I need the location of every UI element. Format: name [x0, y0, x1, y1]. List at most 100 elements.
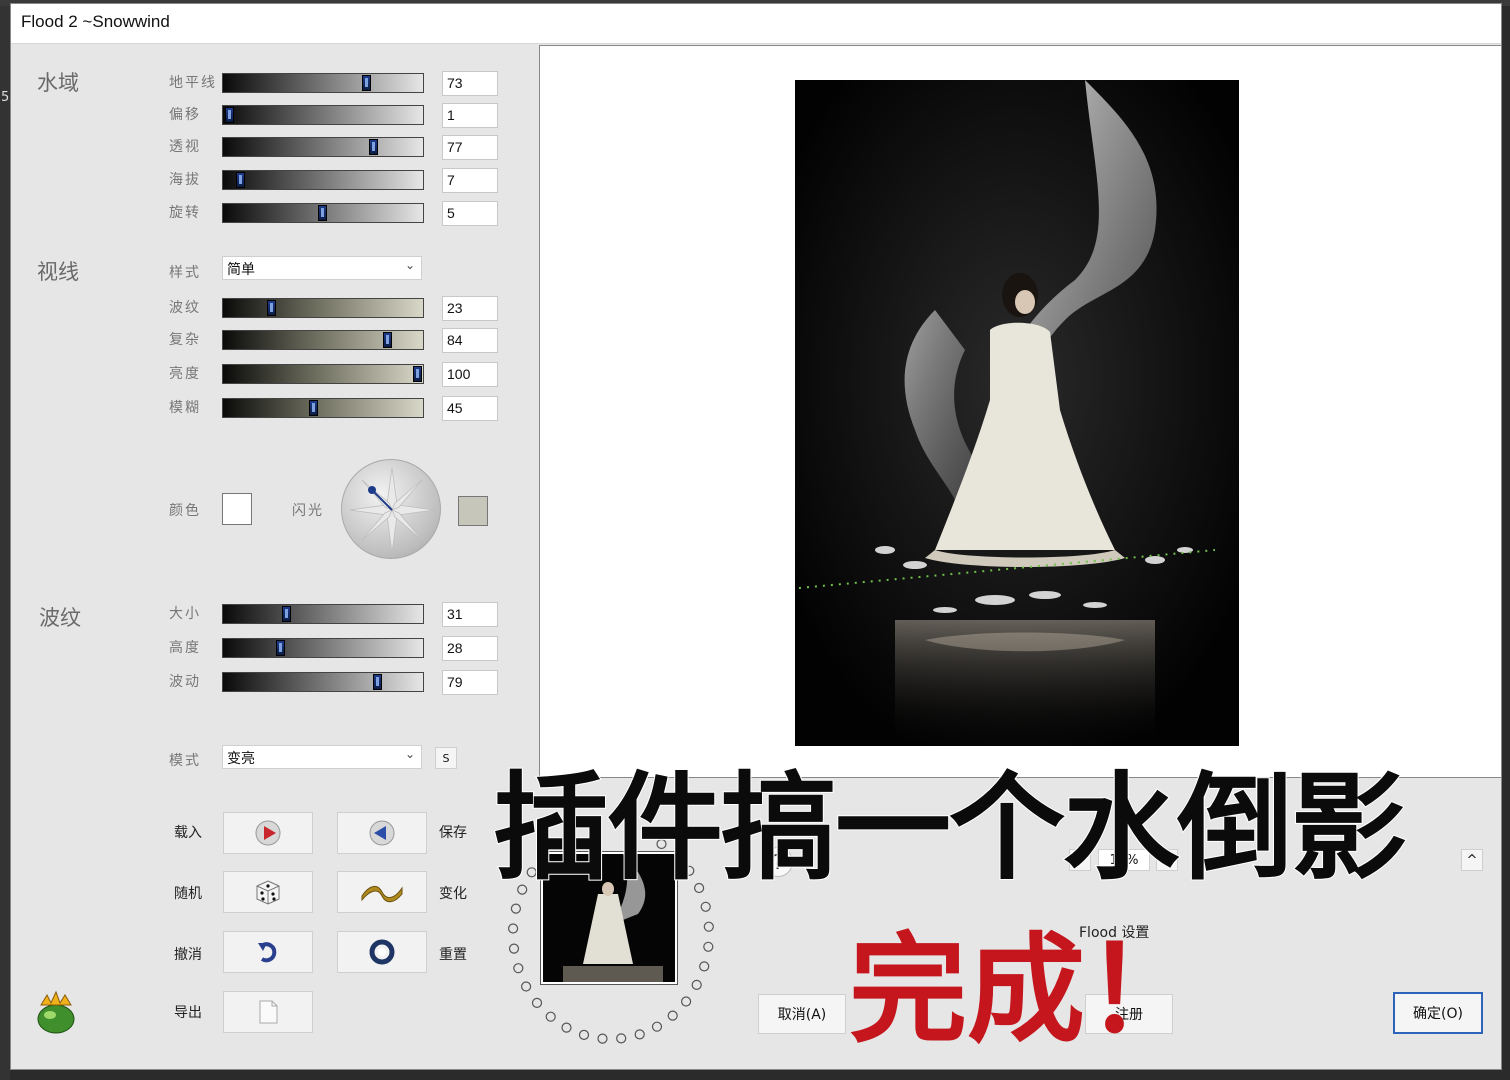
ring-dot	[561, 1022, 572, 1033]
sight-row-value-input[interactable]: 23	[442, 296, 498, 321]
chevron-down-icon: ⌄	[404, 747, 415, 761]
ring-dot	[578, 1029, 590, 1040]
load-label: 载入	[174, 825, 202, 841]
save-button[interactable]	[337, 812, 427, 854]
water-row-slider[interactable]	[222, 137, 424, 157]
style-select-value: 简单	[227, 262, 255, 278]
star-burst-icon	[349, 467, 435, 553]
water-row-label: 地平线	[169, 75, 217, 91]
water-row-label: 偏移	[169, 107, 201, 123]
water-row-value-input[interactable]: 7	[442, 168, 498, 193]
preview-canvas[interactable]	[539, 45, 1502, 778]
ring-dot	[681, 996, 692, 1007]
ripple-row-slider[interactable]	[222, 638, 424, 658]
save-label: 保存	[439, 825, 467, 841]
water-row-value-input[interactable]: 73	[442, 71, 498, 96]
slider-thumb[interactable]	[282, 606, 291, 622]
change-label: 变化	[439, 886, 467, 902]
mode-s-button[interactable]: S	[435, 747, 457, 769]
water-row-slider[interactable]	[222, 73, 424, 93]
dice-icon	[256, 880, 280, 905]
water-row-slider[interactable]	[222, 203, 424, 223]
preview-photo	[795, 80, 1239, 746]
sight-row-value-input[interactable]: 100	[442, 362, 498, 387]
sight-row-label: 波纹	[169, 300, 201, 316]
water-row-value-input[interactable]: 1	[442, 103, 498, 128]
random-button[interactable]	[223, 871, 313, 913]
slider-thumb[interactable]	[276, 640, 285, 656]
ripple-row-slider[interactable]	[222, 604, 424, 624]
flash-label: 闪光	[292, 503, 324, 519]
undo-label: 撤消	[174, 947, 202, 963]
sight-row-slider[interactable]	[222, 330, 424, 350]
export-button[interactable]	[223, 991, 313, 1033]
reset-ring-icon	[369, 939, 395, 965]
sight-row-value-input[interactable]: 84	[442, 328, 498, 353]
ring-dot	[703, 941, 714, 952]
water-row-label: 透视	[169, 139, 201, 155]
reset-button[interactable]	[337, 931, 427, 973]
slider-thumb[interactable]	[362, 75, 371, 91]
water-row-label: 海拔	[169, 172, 201, 188]
water-row-slider[interactable]	[222, 170, 424, 190]
ripple-row-label: 大小	[169, 606, 201, 622]
slider-thumb[interactable]	[236, 172, 245, 188]
window-title: Flood 2 ~Snowwind	[21, 12, 170, 31]
ripple-row-label: 高度	[169, 640, 201, 656]
flash-direction-dial[interactable]	[341, 459, 441, 559]
color-swatch[interactable]	[222, 493, 252, 525]
slider-thumb[interactable]	[413, 366, 422, 382]
undo-button[interactable]	[223, 931, 313, 973]
ok-button[interactable]: 确定(O)	[1393, 992, 1483, 1034]
ring-dot	[651, 1021, 663, 1032]
water-row-value-input[interactable]: 77	[442, 135, 498, 160]
slider-thumb[interactable]	[225, 107, 234, 123]
mode-select[interactable]: 变亮 ⌄	[222, 745, 422, 769]
caret-up-icon: ^	[1466, 852, 1478, 868]
sight-row-slider[interactable]	[222, 364, 424, 384]
edge-digit: 5	[1, 90, 10, 105]
ring-dot	[531, 997, 543, 1008]
ripple-row-slider[interactable]	[222, 672, 424, 692]
style-select[interactable]: 简单 ⌄	[222, 256, 422, 280]
ripple-row-value-input[interactable]: 31	[442, 602, 498, 627]
sight-row-label: 复杂	[169, 332, 201, 348]
slider-thumb[interactable]	[318, 205, 327, 221]
export-label: 导出	[174, 1005, 202, 1021]
ring-dot	[667, 1010, 678, 1021]
slider-thumb[interactable]	[267, 300, 276, 316]
section-water-label: 水域	[37, 71, 79, 95]
water-row-value-input[interactable]: 5	[442, 201, 498, 226]
slider-thumb[interactable]	[373, 674, 382, 690]
ring-dot	[513, 963, 524, 974]
ripple-row-label: 波动	[169, 674, 201, 690]
chevron-down-icon: ⌄	[404, 258, 415, 272]
mode-s-label: S	[442, 751, 450, 765]
sight-row-slider[interactable]	[222, 298, 424, 318]
slider-thumb[interactable]	[309, 400, 318, 416]
save-disc-icon	[369, 820, 395, 846]
ripple-row-value-input[interactable]: 28	[442, 636, 498, 661]
slider-thumb[interactable]	[383, 332, 392, 348]
section-ripple-label: 波纹	[39, 606, 81, 630]
water-row-slider[interactable]	[222, 105, 424, 125]
collapse-button[interactable]: ^	[1461, 849, 1483, 871]
change-button[interactable]	[337, 871, 427, 913]
ring-dot	[597, 1033, 608, 1044]
ring-dot	[703, 921, 714, 932]
load-button[interactable]	[223, 812, 313, 854]
ring-dot	[700, 901, 711, 912]
headline-caption: 插件搞一个水倒影	[492, 760, 1408, 897]
flash-color-swatch[interactable]	[458, 496, 488, 526]
slider-thumb[interactable]	[369, 139, 378, 155]
sight-row-label: 模糊	[169, 400, 201, 416]
ripple-row-value-input[interactable]: 79	[442, 670, 498, 695]
wave-icon	[361, 886, 403, 903]
water-row-label: 旋转	[169, 205, 201, 221]
reset-label: 重置	[439, 947, 467, 963]
sight-row-value-input[interactable]: 45	[442, 396, 498, 421]
cancel-button[interactable]: 取消(A)	[758, 994, 846, 1034]
undo-arrow-icon	[258, 942, 277, 963]
sight-row-slider[interactable]	[222, 398, 424, 418]
ring-dot	[691, 979, 702, 990]
